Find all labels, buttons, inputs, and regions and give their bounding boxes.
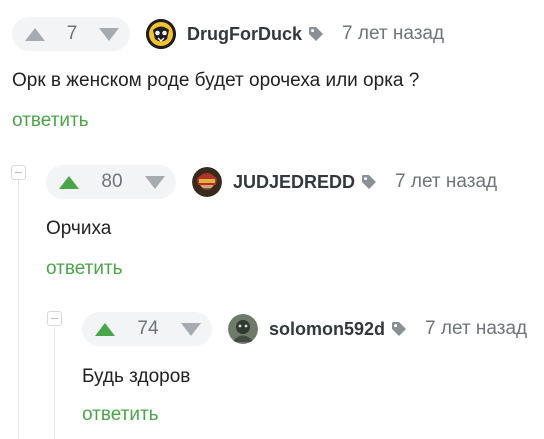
thread-line (18, 180, 19, 439)
comments-page: 7 DrugForDuck 7 лет назад Орк в женском … (0, 0, 544, 439)
tag-icon[interactable] (391, 321, 407, 337)
arrow-down-icon[interactable] (98, 25, 120, 43)
username[interactable]: DrugForDuck (187, 24, 302, 45)
username[interactable]: solomon592d (269, 319, 385, 340)
rating-count: 7 (66, 23, 78, 44)
reply-button[interactable]: ответить (46, 258, 123, 280)
thread-line (54, 327, 55, 439)
arrow-up-icon[interactable] (58, 173, 80, 191)
vote-control: 80 (46, 165, 176, 199)
comment-header: 74 solomon592d 7 лет назад (70, 312, 527, 346)
arrow-up-icon[interactable] (24, 25, 46, 43)
arrow-up-icon[interactable] (94, 320, 116, 338)
comment-text: Будь здоров (82, 366, 191, 387)
avatar[interactable] (192, 167, 222, 197)
comment-time[interactable]: 7 лет назад (425, 318, 527, 340)
collapse-thread-button[interactable] (11, 165, 26, 180)
collapse-thread-button[interactable] (47, 311, 62, 326)
arrow-down-icon[interactable] (180, 320, 202, 338)
comment-time[interactable]: 7 лет назад (395, 171, 497, 193)
comment-text: Орк в женском роде будет орочеха или орк… (12, 70, 420, 91)
vote-control: 7 (12, 17, 130, 51)
comment-text: Орчиха (46, 218, 112, 239)
tag-icon[interactable] (308, 26, 324, 42)
avatar[interactable] (146, 19, 176, 49)
reply-button[interactable]: ответить (12, 110, 89, 132)
username[interactable]: JUDJEDREDD (233, 172, 355, 193)
rating-count: 80 (101, 171, 123, 192)
comment-header: 7 DrugForDuck 7 лет назад (0, 17, 444, 51)
rating-count: 74 (137, 318, 159, 339)
comment-header: 80 JUDJEDREDD 7 лет назад (34, 165, 497, 199)
comment-time[interactable]: 7 лет назад (342, 23, 444, 45)
arrow-down-icon[interactable] (144, 173, 166, 191)
vote-control: 74 (82, 312, 212, 346)
avatar[interactable] (228, 314, 258, 344)
reply-button[interactable]: ответить (82, 404, 159, 426)
tag-icon[interactable] (361, 174, 377, 190)
